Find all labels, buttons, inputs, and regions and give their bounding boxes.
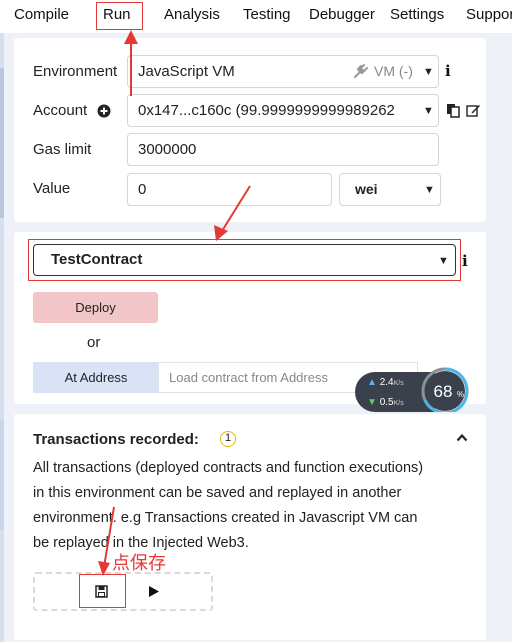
chevron-up-icon[interactable] xyxy=(456,433,468,442)
contract-select[interactable]: TestContract xyxy=(33,244,456,276)
gas-limit-label: Gas limit xyxy=(33,141,92,158)
info-icon[interactable]: i xyxy=(445,62,451,80)
network-speed-widget: ▲ 2.4K/s ▼ 0.5K/s 68 % xyxy=(355,362,475,412)
transactions-title: Transactions recorded: xyxy=(33,431,199,448)
arrow-down-icon: ▼ xyxy=(367,397,377,408)
at-address-button[interactable]: At Address xyxy=(33,362,159,393)
info-icon[interactable]: i xyxy=(462,252,468,270)
account-value: 0x147...c160c (99.9999999999989262 xyxy=(138,102,395,119)
contract-value: TestContract xyxy=(51,251,143,268)
or-text: or xyxy=(87,334,101,351)
tab-testing[interactable]: Testing xyxy=(243,6,291,23)
annotation-click-save: 点保存 xyxy=(112,553,166,573)
upload-speed: ▲ 2.4K/s xyxy=(367,377,404,388)
tab-settings[interactable]: Settings xyxy=(390,6,444,23)
copy-icon[interactable] xyxy=(446,103,460,118)
tab-support[interactable]: Suppor xyxy=(466,6,512,23)
account-label: Account xyxy=(33,102,88,119)
edit-icon[interactable] xyxy=(466,103,481,118)
chevron-down-icon: ▼ xyxy=(423,66,434,78)
environment-label: Environment xyxy=(33,63,118,80)
usage-gauge: 68 % xyxy=(421,367,469,412)
download-speed: ▼ 0.5K/s xyxy=(367,397,404,408)
left-edge-strip-segment xyxy=(0,68,4,218)
value-label: Value xyxy=(33,180,71,197)
left-edge-strip-segment xyxy=(0,420,4,530)
plus-circle-icon[interactable] xyxy=(97,104,111,118)
percent-sign: % xyxy=(457,390,464,399)
run-tab-highlight-box xyxy=(96,2,143,30)
plug-icon xyxy=(354,64,368,78)
account-select[interactable]: 0x147...c160c (99.9999999999989262 xyxy=(127,94,439,127)
play-icon[interactable] xyxy=(148,585,160,598)
save-icon[interactable] xyxy=(95,585,108,598)
environment-value: JavaScript VM xyxy=(138,63,235,80)
usage-percent: 68 xyxy=(434,382,453,401)
deploy-button[interactable]: Deploy xyxy=(33,292,158,323)
unit-value: wei xyxy=(355,181,378,197)
chevron-down-icon: ▼ xyxy=(438,255,449,267)
gas-limit-input[interactable]: 3000000 xyxy=(127,133,439,166)
tab-compile[interactable]: Compile xyxy=(14,6,69,23)
tab-bar: Compile Run Analysis Testing Debugger Se… xyxy=(0,0,512,33)
chevron-down-icon: ▼ xyxy=(423,105,434,117)
value-input[interactable]: 0 xyxy=(127,173,332,206)
arrow-up-icon: ▲ xyxy=(367,377,377,388)
transactions-description: All transactions (deployed contracts and… xyxy=(33,460,424,551)
transactions-count-badge: 1 xyxy=(220,431,236,447)
tab-debugger[interactable]: Debugger xyxy=(309,6,375,23)
tab-analysis[interactable]: Analysis xyxy=(164,6,220,23)
chevron-down-icon: ▼ xyxy=(424,184,435,196)
vm-badge: VM (-) xyxy=(374,63,413,79)
